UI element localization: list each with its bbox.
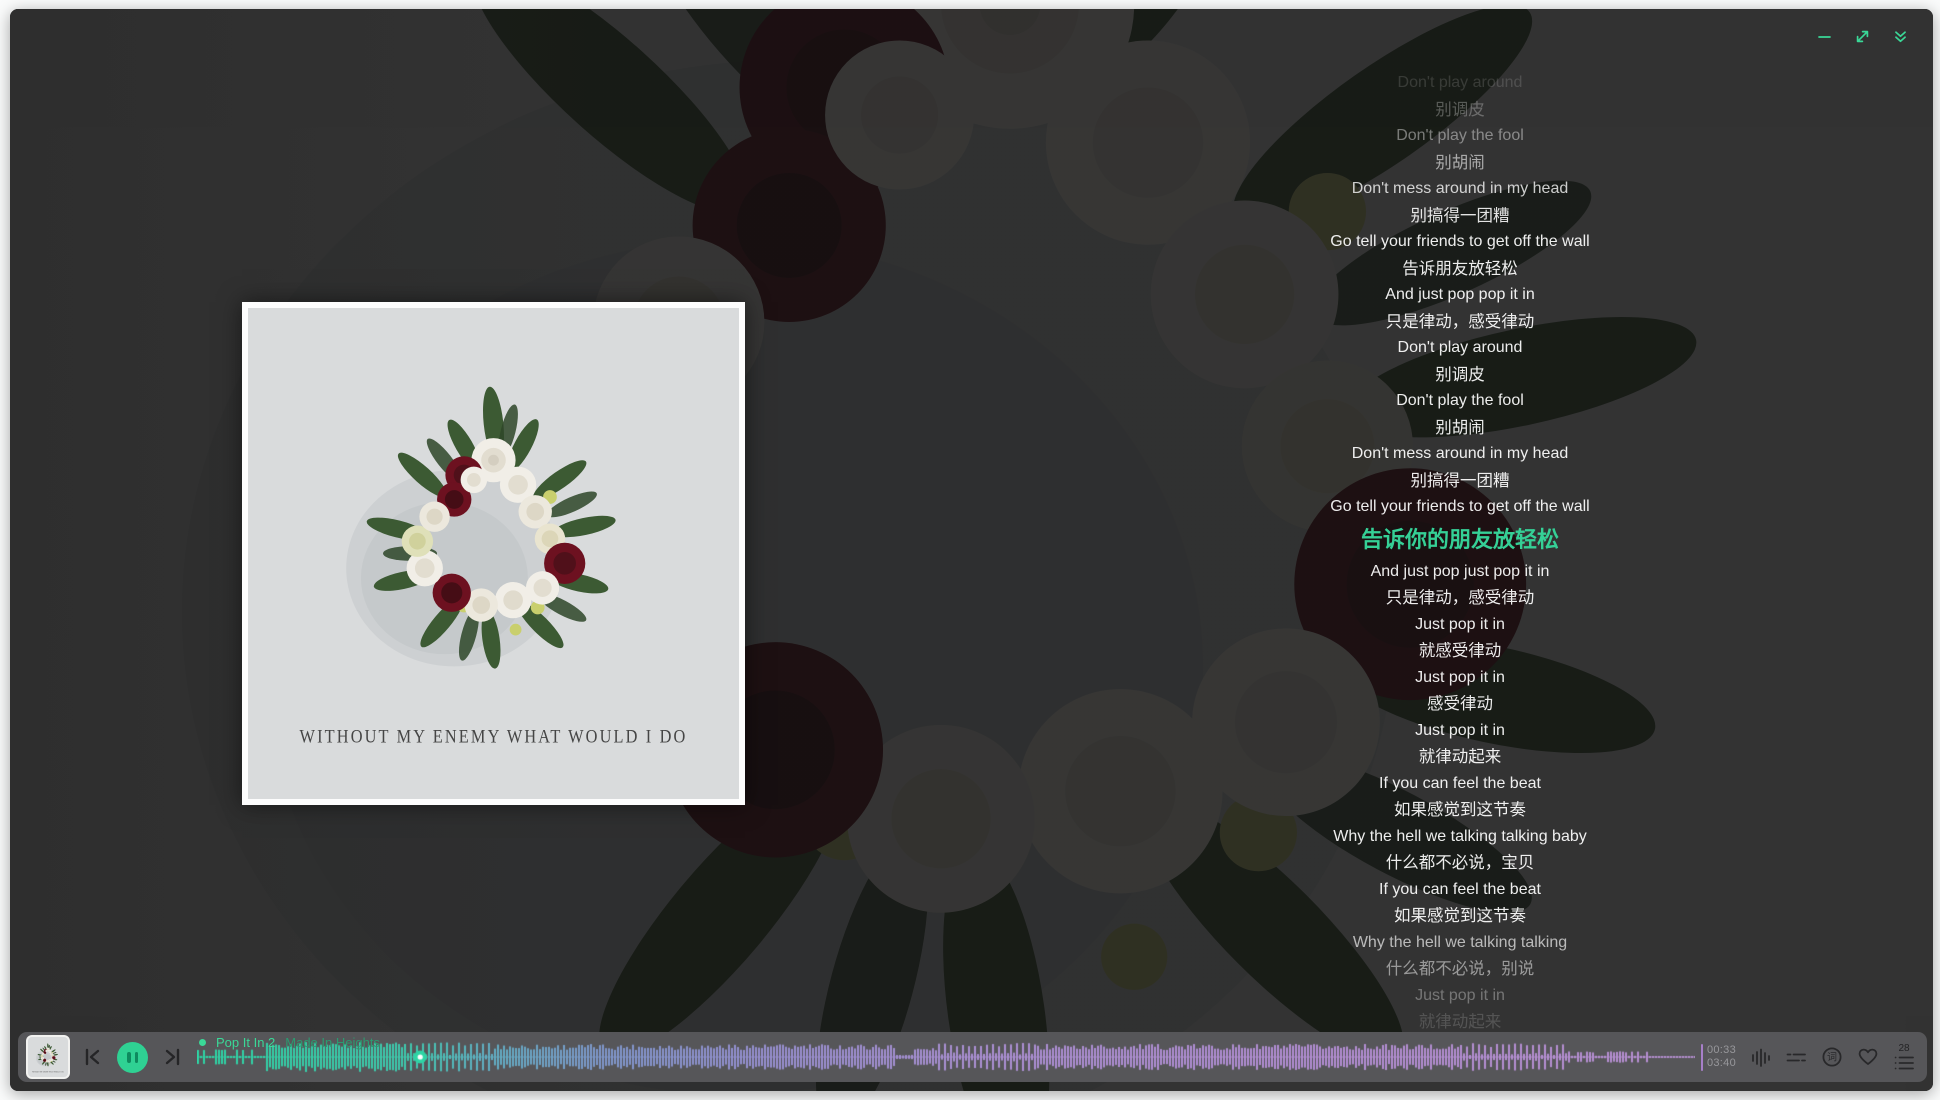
titlebar-controls <box>1815 27 1909 45</box>
waveform-canvas[interactable] <box>197 1035 1695 1079</box>
playlist-button[interactable]: 28 <box>1893 1044 1915 1071</box>
previous-track-icon <box>82 1046 104 1068</box>
lyric-line[interactable]: 只是律动，感受律动 <box>1130 309 1790 336</box>
pause-icon <box>127 1052 131 1063</box>
elapsed-time: 00:33 <box>1707 1044 1736 1057</box>
lyric-line-active[interactable]: 告诉你的朋友放轻松 <box>1130 521 1790 559</box>
lyric-line[interactable]: Just pop it in <box>1130 612 1790 639</box>
lyric-line[interactable]: Just pop it in <box>1130 983 1790 1010</box>
lyric-line[interactable]: 就律动起来 <box>1130 744 1790 771</box>
lyric-line[interactable]: 别调皮 <box>1130 362 1790 389</box>
album-art <box>242 302 745 805</box>
next-track-button[interactable] <box>161 1046 183 1068</box>
minimize-icon <box>1817 29 1832 44</box>
lyric-line[interactable]: 什么都不必说，别说 <box>1130 956 1790 983</box>
lyric-line[interactable]: Don't play around <box>1130 335 1790 362</box>
lyric-line[interactable]: And just pop pop it in <box>1130 282 1790 309</box>
lyric-line[interactable]: And just pop just pop it in <box>1130 559 1790 586</box>
lyric-line[interactable]: 别调皮 <box>1130 97 1790 124</box>
playlist-count: 28 <box>1898 1044 1909 1054</box>
lyric-line[interactable]: 别搞得一团糟 <box>1130 203 1790 230</box>
heart-icon <box>1857 1046 1879 1068</box>
player-window: Don't play around别调皮Don't play the fool别… <box>10 9 1933 1091</box>
lyrics-panel[interactable]: Don't play around别调皮Don't play the fool别… <box>1130 70 1790 1036</box>
equalizer-icon <box>1750 1047 1771 1068</box>
playlist-list-icon <box>1893 1055 1915 1071</box>
lyric-line[interactable]: 如果感觉到这节奏 <box>1130 797 1790 824</box>
lyric-line[interactable]: Don't play around <box>1130 70 1790 97</box>
lyric-line[interactable]: 就感受律动 <box>1130 638 1790 665</box>
toolbar-icons: 词 28 <box>1750 1044 1915 1071</box>
lyric-line[interactable]: Don't mess around in my head <box>1130 176 1790 203</box>
waveform-seekbar[interactable]: Pop It In 2 Made In Heights <box>197 1035 1695 1079</box>
pause-button[interactable] <box>117 1042 148 1073</box>
lyric-line[interactable]: Why the hell we talking talking <box>1130 930 1790 957</box>
time-display: 00:33 03:40 <box>1707 1044 1736 1070</box>
lyric-line[interactable]: Go tell your friends to get off the wall <box>1130 229 1790 256</box>
previous-track-button[interactable] <box>82 1046 104 1068</box>
lyric-line[interactable]: 别搞得一团糟 <box>1130 468 1790 495</box>
lyric-line[interactable]: If you can feel the beat <box>1130 771 1790 798</box>
minimize-button[interactable] <box>1815 27 1833 45</box>
total-time: 03:40 <box>1707 1057 1736 1070</box>
lyric-line[interactable]: Go tell your friends to get off the wall <box>1130 494 1790 521</box>
lyric-line[interactable]: 别胡闹 <box>1130 415 1790 442</box>
collapse-fullscreen-button[interactable] <box>1891 27 1909 45</box>
double-chevron-down-icon <box>1893 29 1908 44</box>
waveform-endcap <box>1701 1044 1703 1071</box>
favorite-button[interactable] <box>1857 1046 1879 1068</box>
lyric-line[interactable]: Just pop it in <box>1130 718 1790 745</box>
lyric-line[interactable]: Don't play the fool <box>1130 388 1790 415</box>
play-mode-button[interactable] <box>1785 1047 1807 1068</box>
lyric-line[interactable]: If you can feel the beat <box>1130 877 1790 904</box>
equalizer-button[interactable] <box>1750 1047 1771 1068</box>
now-playing-thumbnail[interactable] <box>26 1035 70 1079</box>
lyric-line[interactable]: Don't play the fool <box>1130 123 1790 150</box>
lyrics-toggle-button[interactable]: 词 <box>1821 1046 1843 1068</box>
svg-text:词: 词 <box>1827 1052 1837 1064</box>
lyric-line[interactable]: Don't mess around in my head <box>1130 441 1790 468</box>
play-mode-lines-icon <box>1785 1047 1807 1068</box>
lyric-line[interactable]: 只是律动，感受律动 <box>1130 585 1790 612</box>
player-bar: Pop It In 2 Made In Heights 00:33 03:40 <box>18 1032 1927 1082</box>
next-track-icon <box>161 1046 183 1068</box>
expand-icon <box>1855 29 1870 44</box>
lyric-line[interactable]: 感受律动 <box>1130 691 1790 718</box>
transport-controls <box>82 1042 183 1073</box>
lyric-line[interactable]: Why the hell we talking talking baby <box>1130 824 1790 851</box>
lyric-line[interactable]: 告诉朋友放轻松 <box>1130 256 1790 283</box>
lyrics-word-badge-icon: 词 <box>1821 1046 1843 1068</box>
lyric-line[interactable]: 别胡闹 <box>1130 150 1790 177</box>
lyric-line[interactable]: 什么都不必说，宝贝 <box>1130 850 1790 877</box>
expand-button[interactable] <box>1853 27 1871 45</box>
lyric-line[interactable]: Just pop it in <box>1130 665 1790 692</box>
lyric-line[interactable]: 如果感觉到这节奏 <box>1130 903 1790 930</box>
